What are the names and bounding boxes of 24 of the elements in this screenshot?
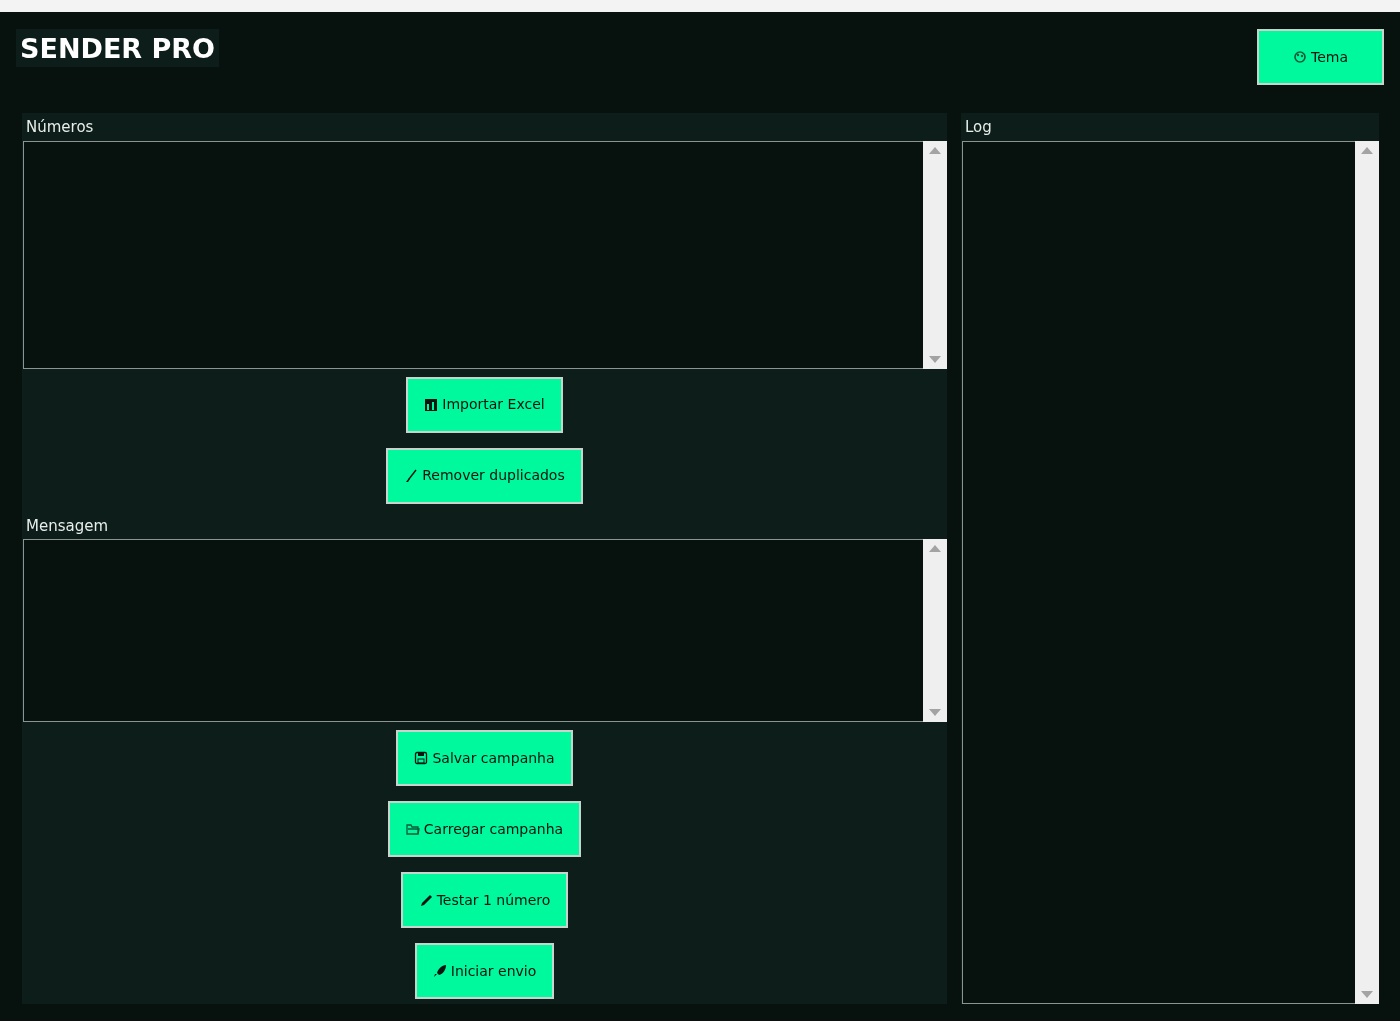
- scrollbar[interactable]: [1355, 140, 1379, 1004]
- action-button[interactable]: Iniciar envio: [414, 943, 555, 999]
- section-label: Mensagem: [25, 515, 110, 537]
- action-button[interactable]: Testar 1 número: [400, 872, 569, 928]
- action-button[interactable]: Importar Excel: [406, 376, 563, 433]
- brush-icon: [404, 468, 419, 483]
- floppy-icon: [414, 751, 429, 765]
- chart-icon: [424, 397, 439, 412]
- action-button[interactable]: Salvar campanha: [396, 730, 573, 786]
- text-area[interactable]: [23, 539, 923, 722]
- text-area[interactable]: [962, 140, 1355, 1004]
- action-button[interactable]: Carregar campanha: [387, 801, 582, 857]
- theme-button[interactable]: Tema: [1257, 29, 1384, 85]
- app-title: SENDER PRO: [16, 29, 220, 68]
- rocket-icon: [432, 964, 447, 978]
- log-label: Log: [964, 117, 993, 138]
- palette-icon: [1293, 50, 1307, 64]
- section-label: Números: [25, 117, 95, 138]
- folder-icon: [405, 822, 420, 836]
- text-area[interactable]: [23, 140, 923, 369]
- scrollbar[interactable]: [923, 539, 947, 722]
- scrollbar[interactable]: [923, 140, 947, 369]
- pen-icon: [418, 893, 433, 907]
- action-button[interactable]: Remover duplicados: [386, 447, 583, 504]
